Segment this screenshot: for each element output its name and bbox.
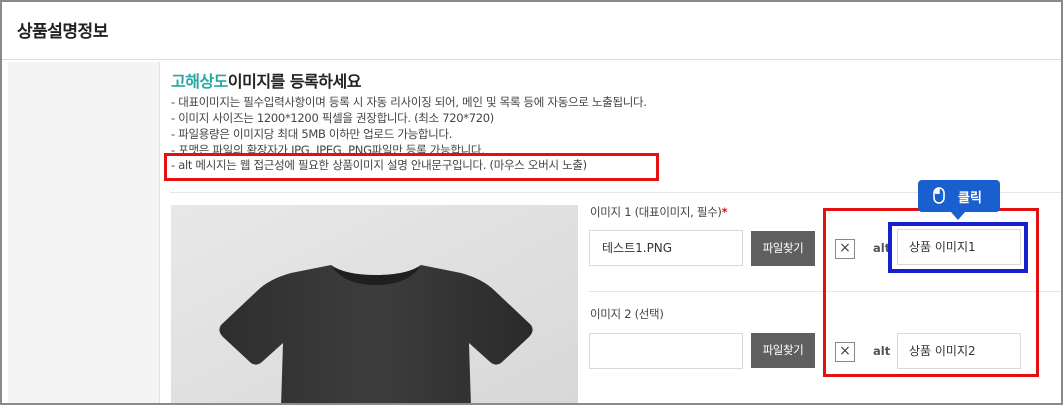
guide-line-3: - 파일용량은 이미지당 최대 5MB 이하만 업로드 가능합니다. — [171, 127, 453, 141]
heading-brand-text: 고해상도 — [171, 72, 228, 91]
guide-line-1: - 대표이미지는 필수입력사항이며 등록 시 자동 리사이징 되어, 메인 및 … — [171, 95, 647, 109]
page-title: 상품설명정보 — [17, 22, 108, 42]
image2-find-file-button[interactable]: 파일찾기 — [751, 333, 815, 368]
image1-label: 이미지 1 (대표이미지, 필수)* — [590, 204, 728, 220]
mouse-icon — [933, 187, 945, 204]
tshirt-image — [171, 205, 578, 403]
screenshot-frame: 상품설명정보 고해상도이미지를 등록하세요 - 대표이미지는 필수입력사항이며 … — [0, 0, 1063, 405]
tooltip-arrow — [951, 212, 965, 220]
image1-file-field[interactable]: 테스트1.PNG — [589, 230, 743, 266]
heading-text: 이미지를 등록하세요 — [227, 72, 362, 91]
form-label-column — [8, 62, 160, 403]
tooltip-label: 클릭 — [958, 191, 982, 206]
alt-input-focus-box — [888, 222, 1028, 273]
alt-guide-highlight — [164, 153, 659, 181]
section-heading: 고해상도이미지를 등록하세요 — [171, 68, 361, 92]
image1-label-text: 이미지 1 (대표이미지, 필수) — [590, 205, 722, 219]
required-mark: * — [721, 205, 728, 219]
image2-label: 이미지 2 (선택) — [590, 307, 664, 321]
image1-find-file-button[interactable]: 파일찾기 — [751, 231, 815, 266]
guide-line-4: - 포맷은 파일의 확장자가 JPG, JPEG, PNG파일만 등록 가능합니… — [171, 143, 485, 153]
page-header: 상품설명정보 — [2, 2, 1061, 60]
guide-line-2: - 이미지 사이즈는 1200*1200 픽셀을 권장합니다. (최소 720*… — [171, 111, 494, 125]
image2-file-field[interactable] — [589, 333, 743, 369]
click-tooltip: 클릭 — [918, 180, 1000, 212]
product-image-preview — [171, 205, 578, 403]
